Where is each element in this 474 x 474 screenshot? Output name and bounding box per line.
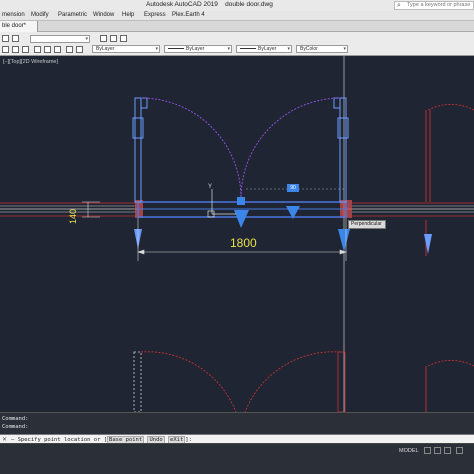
color-combo[interactable]: ByLayer ▾ [92,45,160,53]
grip-arrow-perpendicular [338,229,350,252]
plotstyle-combo-value: ByColor [300,46,318,52]
linetype-combo-value: ByLayer [186,46,205,52]
grid-icon[interactable] [424,447,431,454]
drawing-viewport[interactable]: [–][Top][2D Wireframe] 90 Y 1800 140 Per… [0,56,474,412]
search-placeholder: Type a keyword or phrase [407,2,471,8]
standard-icon-7[interactable] [66,46,73,53]
door-frame-left [132,97,148,203]
dimension-vertical [82,201,100,218]
standard-icon-8[interactable] [76,46,83,53]
door-swing-right [240,97,341,199]
standard-icon-4[interactable] [34,46,41,53]
drawing-canvas [0,56,474,412]
linetype-combo[interactable]: ByLayer ▾ [164,45,232,53]
ucs-icon [207,189,236,218]
close-icon[interactable]: ✕ [2,436,7,443]
standard-icon-6[interactable] [54,46,61,53]
standard-icon-5[interactable] [44,46,51,53]
make-current-icon[interactable] [100,35,107,42]
ucs-y-label: Y [208,184,213,190]
menu-parametric[interactable]: Parametric [58,12,87,18]
title-bar: Autodesk AutoCAD 2019 double door.dwg ⌕ … [0,0,474,11]
color-combo-value: ByLayer [96,46,115,52]
command-history-line: Command: [2,424,29,430]
polar-icon[interactable] [456,447,463,454]
dimension-140-text: 140 [68,208,78,224]
search-icon: ⌕ [397,2,401,9]
standard-icon-2[interactable] [12,46,19,53]
hidden-door-right [425,104,474,256]
model-space-button[interactable]: MODEL [399,447,421,455]
layer-properties-icon[interactable] [2,35,9,42]
lineweight-combo[interactable]: ByLayer ▾ [236,45,292,53]
lower-door [133,351,474,412]
dimension-1800-text: 1800 [230,236,257,250]
chevron-down-icon: ▾ [287,46,290,52]
command-window: Command: Command: ✕ – Specify point loca… [0,412,474,444]
chevron-down-icon: ▾ [155,46,158,52]
layer-combo[interactable]: ▾ [30,35,90,43]
search-input[interactable]: ⌕ Type a keyword or phrase [394,1,474,10]
chevron-down-icon: ▾ [85,36,88,42]
menu-dimension[interactable]: mension [2,12,25,18]
tab-double-door[interactable]: ble door* [0,21,38,32]
status-bar: MODEL [0,443,474,474]
previous-layer-icon[interactable] [120,35,127,42]
grip-value-label[interactable]: 90 [287,184,299,192]
menu-bar: mension Modify Parametric Window Help Ex… [0,11,474,21]
match-layer-icon[interactable] [110,35,117,42]
menu-express[interactable]: Express [144,12,166,18]
grip-flip-arrow-left [234,210,249,228]
snap-icon[interactable] [434,447,441,454]
osnap-tooltip-perpendicular: Perpendicular [348,220,386,229]
window-title: Autodesk AutoCAD 2019 double door.dwg [146,1,273,8]
lineweight-combo-value: ByLayer [258,46,277,52]
standard-icon-1[interactable] [2,46,9,53]
layer-state-icon[interactable] [12,35,19,42]
door-swing-left [140,97,242,199]
grip-midpoint [237,197,245,205]
door-frame-right [333,97,349,203]
command-history-line: Command: [2,416,29,422]
ortho-icon[interactable] [444,447,451,454]
file-tab-bar: ble door* [0,21,474,32]
chevron-down-icon: ▾ [343,46,346,52]
menu-plex-earth[interactable]: Plex.Earth 4 [172,12,205,18]
menu-modify[interactable]: Modify [31,12,49,18]
menu-help[interactable]: Help [122,12,134,18]
properties-toolbar: ▾ ByLayer ▾ ByLayer ▾ ByLayer ▾ ByColor … [0,32,474,84]
standard-icon-3[interactable] [22,46,29,53]
chevron-down-icon: ▾ [227,46,230,52]
menu-window[interactable]: Window [93,12,114,18]
plotstyle-combo[interactable]: ByColor ▾ [296,45,348,53]
